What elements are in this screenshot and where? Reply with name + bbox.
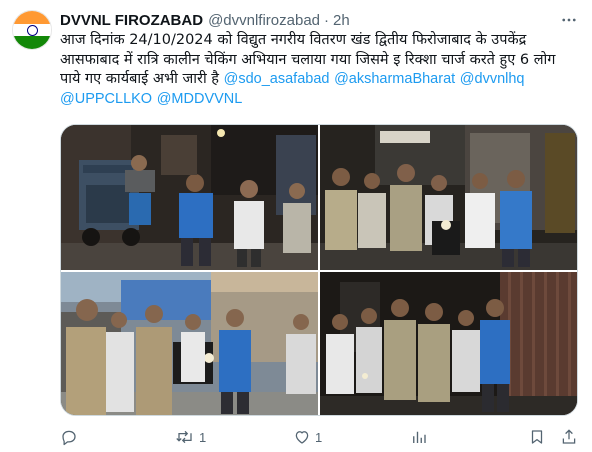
tweet-text: आज दिनांक 24/10/2024 को विद्युत नगरीय वि… bbox=[60, 31, 580, 109]
bookmark-button[interactable] bbox=[528, 426, 546, 448]
more-options-button[interactable] bbox=[556, 10, 582, 30]
retweet-count: 1 bbox=[199, 429, 207, 445]
share-icon bbox=[562, 429, 576, 444]
photo-night-lane bbox=[320, 272, 577, 415]
tweet-photo[interactable] bbox=[61, 272, 318, 415]
flag-saffron-band bbox=[13, 11, 51, 24]
heart-icon bbox=[295, 431, 309, 444]
views-button[interactable] bbox=[410, 426, 432, 448]
mention-link[interactable]: @MDDVVNL bbox=[157, 91, 243, 107]
tweet[interactable]: DVVNL FIROZABAD @dvvnlfirozabad · 2h आज … bbox=[0, 0, 592, 452]
author-name[interactable]: DVVNL FIROZABAD bbox=[60, 12, 203, 29]
photo-night-rickshaw bbox=[61, 125, 318, 270]
bookmark-icon bbox=[531, 430, 543, 444]
tweet-photo[interactable] bbox=[320, 272, 577, 415]
ashoka-chakra-icon bbox=[26, 24, 38, 36]
reply-button[interactable] bbox=[60, 426, 82, 448]
mention-link[interactable]: @UPPCLLKO bbox=[60, 91, 152, 107]
like-count: 1 bbox=[315, 429, 323, 445]
like-button[interactable]: 1 bbox=[293, 426, 322, 448]
views-icon bbox=[413, 431, 426, 443]
flag-green-band bbox=[13, 36, 51, 49]
tweet-header: DVVNL FIROZABAD @dvvnlfirozabad · 2h bbox=[60, 11, 350, 29]
separator-dot: · bbox=[324, 11, 330, 29]
photo-market-street bbox=[61, 272, 318, 415]
mention-link[interactable]: @sdo_asafabad bbox=[224, 71, 330, 87]
mention-link[interactable]: @aksharmaBharat bbox=[334, 71, 455, 87]
media-grid bbox=[60, 124, 578, 416]
retweet-button[interactable]: 1 bbox=[175, 426, 206, 448]
author-handle[interactable]: @dvvnlfirozabad bbox=[208, 12, 320, 29]
photo-night-street bbox=[320, 125, 577, 270]
share-button[interactable] bbox=[560, 426, 578, 448]
retweet-icon bbox=[176, 430, 192, 444]
more-dots-icon bbox=[562, 18, 576, 22]
tweet-actions: 1 1 bbox=[60, 426, 584, 448]
reply-icon bbox=[62, 430, 76, 446]
mention-link[interactable]: @dvvnlhq bbox=[460, 71, 525, 87]
avatar[interactable] bbox=[12, 10, 52, 50]
tweet-photo[interactable] bbox=[61, 125, 318, 270]
tweet-photo[interactable] bbox=[320, 125, 577, 270]
tweet-time[interactable]: 2h bbox=[333, 12, 350, 29]
